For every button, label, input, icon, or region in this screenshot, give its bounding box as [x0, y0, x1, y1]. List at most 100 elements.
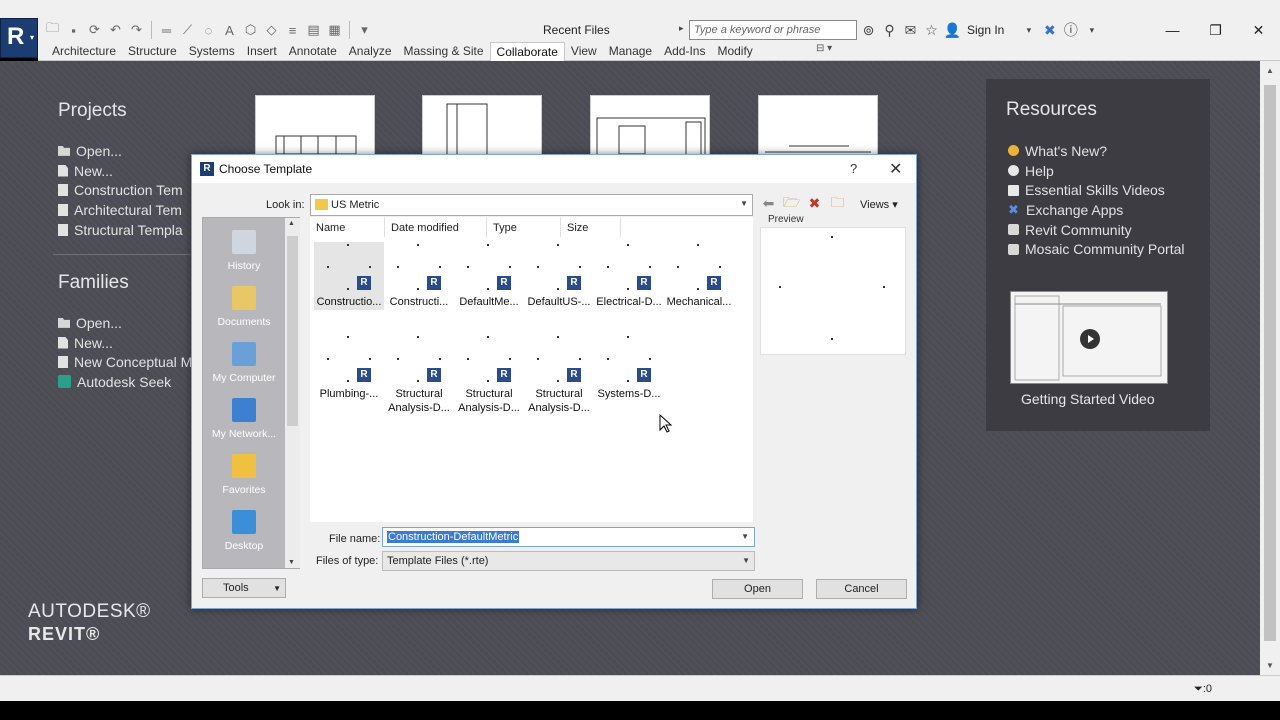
binoculars-icon[interactable]: ⊚ [860, 22, 877, 39]
selection-filter[interactable]: ⏷:0 [1194, 683, 1212, 696]
tab-annotate[interactable]: Annotate [283, 42, 343, 61]
projects-link[interactable]: Structural Templa [58, 220, 183, 240]
column-header-size[interactable]: Size [561, 217, 621, 237]
help-icon[interactable]: ⓘ [1062, 22, 1079, 39]
tab-collaborate[interactable]: Collaborate [489, 42, 565, 61]
favorites-icon[interactable]: ☆ [923, 22, 940, 39]
open-icon[interactable]: 🗀 [44, 20, 61, 39]
resources-link[interactable]: Help [1008, 161, 1185, 181]
open-button[interactable]: Open [712, 579, 803, 599]
place-desktop[interactable]: Desktop [203, 510, 285, 552]
place-favorites[interactable]: Favorites [203, 454, 285, 496]
places-scrollbar[interactable]: ▲ ▼ [285, 218, 300, 568]
3d-view-icon[interactable]: ⬡ [242, 22, 259, 39]
place-my-computer[interactable]: My Computer [203, 342, 285, 384]
tab-modify[interactable]: Modify [711, 42, 758, 61]
tab-analyze[interactable]: Analyze [343, 42, 398, 61]
file-item[interactable]: R Systems-D... [594, 334, 664, 412]
section-icon[interactable]: ◇ [263, 22, 280, 39]
scroll-down-icon[interactable]: ▼ [1266, 661, 1274, 670]
close-dialog-icon[interactable]: ✕ [889, 159, 902, 179]
file-item[interactable]: R Constructio... [314, 242, 384, 310]
user-icon[interactable]: 👤 [944, 22, 961, 39]
file-item[interactable]: R Structural Analysis-D... [524, 334, 594, 414]
close-hidden-icon[interactable]: ▤ [305, 22, 322, 39]
projects-link[interactable]: New... [58, 161, 183, 181]
tab-insert[interactable]: Insert [241, 42, 283, 61]
vertical-scrollbar[interactable]: ▲ ▼ [1260, 61, 1280, 675]
chevron-down-icon[interactable]: ▼ [740, 532, 750, 541]
file-item[interactable]: R DefaultUS-... [524, 242, 594, 310]
save-icon[interactable]: ▪ [65, 22, 82, 39]
place-history[interactable]: History [203, 230, 285, 272]
scroll-up-icon[interactable]: ▲ [288, 220, 295, 227]
text-icon[interactable]: A [221, 22, 238, 39]
projects-link[interactable]: Open... [58, 141, 183, 161]
sync-icon[interactable]: ⟳ [86, 22, 103, 39]
views-dropdown[interactable]: Views ▾ [860, 198, 898, 211]
sign-in-link[interactable]: Sign In [967, 23, 1004, 37]
back-arrow-icon[interactable]: ⬅ [760, 195, 777, 212]
tab-architecture[interactable]: Architecture [46, 42, 122, 61]
play-icon[interactable] [1080, 329, 1100, 349]
undo-icon[interactable]: ↶ [107, 22, 124, 39]
chevron-down-icon[interactable]: ▾ [1020, 22, 1037, 39]
tab-systems[interactable]: Systems [183, 42, 241, 61]
thin-lines-icon[interactable]: ≡ [284, 22, 301, 39]
tab-massing-site[interactable]: Massing & Site [398, 42, 490, 61]
file-item[interactable]: R DefaultMe... [454, 242, 524, 310]
ribbon-display-toggle-icon[interactable]: ⊟ ▾ [816, 43, 832, 54]
minimize-icon[interactable]: — [1151, 18, 1194, 42]
column-header-name[interactable]: Name [310, 217, 385, 237]
place-my-network-[interactable]: My Network... [203, 398, 285, 440]
restore-icon[interactable]: ❐ [1194, 18, 1237, 42]
delete-icon[interactable]: ✖ [806, 195, 823, 212]
families-link[interactable]: Open... [58, 313, 192, 333]
look-in-select[interactable]: US Metric ▼ [310, 194, 753, 216]
file-name-input[interactable]: Construction-DefaultMetric ▼ [382, 527, 755, 547]
switch-windows-icon[interactable]: ▦ [326, 22, 343, 39]
video-caption[interactable]: Getting Started Video [1021, 391, 1155, 407]
getting-started-video-thumbnail[interactable] [1010, 291, 1168, 384]
families-link[interactable]: New Conceptual M [58, 352, 192, 372]
families-link[interactable]: New... [58, 333, 192, 353]
scroll-down-icon[interactable]: ▼ [288, 559, 295, 566]
file-item[interactable]: R Electrical-D... [594, 242, 664, 310]
resources-link[interactable]: ✖ Exchange Apps [1008, 200, 1185, 220]
projects-link[interactable]: Construction Tem [58, 180, 183, 200]
subscription-icon[interactable]: ⚲ [881, 22, 898, 39]
projects-link[interactable]: Architectural Tem [58, 200, 183, 220]
tab-manage[interactable]: Manage [603, 42, 658, 61]
communication-icon[interactable]: ✉ [902, 22, 919, 39]
scrollbar-thumb[interactable] [1264, 85, 1276, 641]
file-item[interactable]: R Structural Analysis-D... [384, 334, 454, 414]
exchange-apps-icon[interactable]: ✖ [1041, 22, 1058, 39]
help-dropdown-icon[interactable]: ▾ [1083, 22, 1100, 39]
column-header-type[interactable]: Type [487, 217, 561, 237]
dimension-icon[interactable]: ⟋ [179, 22, 196, 39]
close-icon[interactable]: ✕ [1237, 18, 1280, 42]
search-input[interactable]: Type a keyword or phrase [689, 20, 857, 40]
cancel-button[interactable]: Cancel [816, 579, 907, 599]
help-button[interactable]: ? [850, 161, 857, 176]
application-menu-button[interactable]: R ▾ [0, 18, 38, 58]
file-item[interactable]: R Plumbing-... [314, 334, 384, 412]
tab-add-ins[interactable]: Add-Ins [658, 42, 711, 61]
tools-button[interactable]: Tools ▼ [202, 578, 286, 598]
chevron-down-icon[interactable]: ▼ [740, 199, 748, 208]
tab-structure[interactable]: Structure [122, 42, 183, 61]
search-expand-icon[interactable]: ▸ [679, 23, 684, 34]
scrollbar-thumb[interactable] [287, 236, 298, 426]
file-item[interactable]: R Constructi... [384, 242, 454, 310]
file-item[interactable]: R Structural Analysis-D... [454, 334, 524, 414]
column-header-date-modified[interactable]: Date modified [385, 217, 487, 237]
resources-link[interactable]: Mosaic Community Portal [1008, 239, 1185, 259]
scroll-up-icon[interactable]: ▲ [1266, 66, 1274, 75]
resources-link[interactable]: Essential Skills Videos [1008, 180, 1185, 200]
redo-icon[interactable]: ↷ [128, 22, 145, 39]
file-type-select[interactable]: Template Files (*.rte) ▼ [382, 551, 755, 571]
tab-view[interactable]: View [565, 42, 603, 61]
chevron-down-icon[interactable]: ▼ [742, 556, 750, 565]
tag-icon[interactable]: ◌ [200, 22, 217, 39]
families-link[interactable]: Autodesk Seek [58, 372, 192, 392]
